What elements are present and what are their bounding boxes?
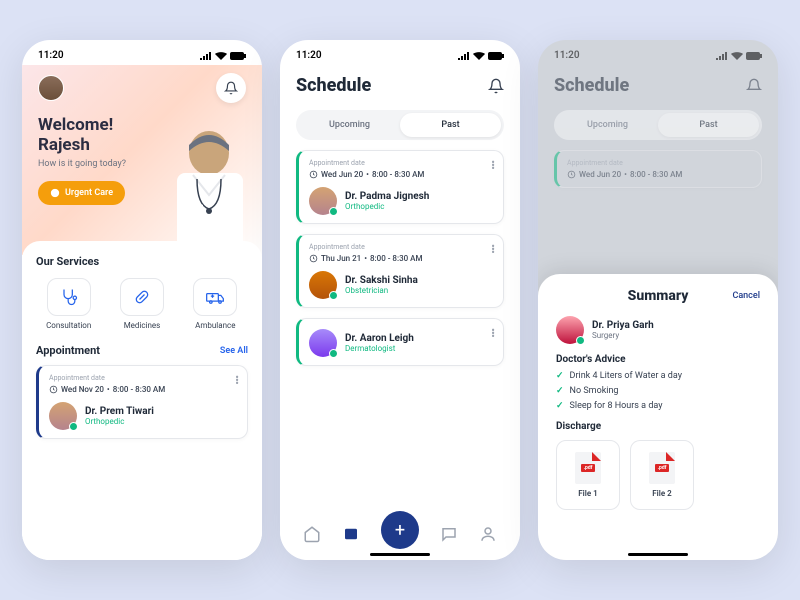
status-bar: 11:20 (280, 40, 520, 65)
services-title: Our Services (36, 255, 248, 268)
bell-icon[interactable] (488, 78, 504, 94)
doctor-avatar (309, 329, 337, 357)
wifi-icon (731, 52, 743, 60)
profile-icon (479, 525, 497, 543)
advice-title: Doctor's Advice (556, 354, 760, 365)
schedule-title: Schedule (296, 75, 371, 96)
chat-icon (440, 525, 458, 543)
schedule-tabs: Upcoming Past (296, 110, 504, 140)
content-card: Our Services Consultation Medicines Ambu… (22, 241, 262, 560)
doctor-avatar (49, 402, 77, 430)
service-consultation[interactable]: Consultation (36, 278, 101, 330)
hero-section: Welcome!Rajesh How is it going today? Ur… (22, 65, 262, 255)
signal-icon (200, 52, 212, 60)
status-bar: 11:20 (22, 40, 262, 65)
status-indicators (458, 52, 504, 60)
status-time: 11:20 (296, 50, 322, 61)
nav-home[interactable] (303, 525, 321, 543)
urgent-icon (50, 188, 60, 198)
service-ambulance[interactable]: Ambulance (183, 278, 248, 330)
battery-icon (488, 52, 504, 60)
discharge-title: Discharge (556, 421, 760, 432)
doctor-illustration (147, 115, 262, 255)
pdf-icon: .pdf (575, 452, 601, 484)
schedule-list: Appointment date Wed Jun 20•8:00 - 8:30 … (280, 150, 520, 366)
more-icon[interactable]: ••• (491, 329, 495, 338)
status-bar: 11:20 (538, 40, 778, 65)
appointment-card[interactable]: Appointment date Wed Nov 20•8:00 - 8:30 … (36, 365, 248, 439)
status-indicators (200, 52, 246, 60)
notes-icon (342, 525, 360, 543)
more-icon[interactable]: ••• (235, 376, 239, 385)
file-item[interactable]: .pdf File 2 (630, 440, 694, 510)
home-indicator (628, 553, 688, 556)
nav-notes[interactable] (342, 525, 360, 543)
check-icon: ✓ (556, 371, 564, 381)
notifications-button[interactable] (216, 73, 246, 103)
appointment-card[interactable]: Appointment date Thu Jun 21•8:00 - 8:30 … (296, 234, 504, 308)
battery-icon (230, 52, 246, 60)
nav-chat[interactable] (440, 525, 458, 543)
wifi-icon (215, 52, 227, 60)
ambulance-icon (205, 287, 225, 307)
wifi-icon (473, 52, 485, 60)
appointment-card[interactable]: Appointment date Wed Jun 20•8:00 - 8:30 … (296, 150, 504, 224)
more-icon[interactable]: ••• (491, 245, 495, 254)
services-row: Consultation Medicines Ambulance (36, 278, 248, 330)
nav-profile[interactable] (479, 525, 497, 543)
doctor-avatar (309, 271, 337, 299)
advice-item: ✓No Smoking (556, 386, 760, 396)
signal-icon (716, 52, 728, 60)
fab-add[interactable]: + (381, 511, 419, 549)
user-avatar[interactable] (38, 75, 64, 101)
appointment-title: Appointment (36, 344, 100, 357)
file-item[interactable]: .pdf File 1 (556, 440, 620, 510)
service-medicines[interactable]: Medicines (109, 278, 174, 330)
summary-sheet: Summary Cancel Dr. Priya GarhSurgery Doc… (538, 274, 778, 560)
home-screen: 11:20 Welcome!Rajesh How is it going tod… (22, 40, 262, 560)
pdf-icon: .pdf (649, 452, 675, 484)
clock-icon (49, 385, 58, 394)
advice-item: ✓Sleep for 8 Hours a day (556, 401, 760, 411)
doctor-avatar (556, 316, 584, 344)
status-time: 11:20 (38, 50, 64, 61)
clock-icon (309, 170, 318, 179)
home-icon (303, 525, 321, 543)
home-indicator (370, 553, 430, 556)
battery-icon (746, 52, 762, 60)
pill-icon (132, 287, 152, 307)
see-all-link[interactable]: See All (220, 346, 248, 356)
doctor-avatar (309, 187, 337, 215)
signal-icon (458, 52, 470, 60)
bell-icon (746, 78, 762, 94)
stethoscope-icon (59, 287, 79, 307)
tab-past[interactable]: Past (400, 113, 501, 137)
check-icon: ✓ (556, 386, 564, 396)
more-icon[interactable]: ••• (491, 161, 495, 170)
bell-icon (224, 81, 238, 95)
appointment-card[interactable]: ••• Dr. Aaron LeighDermatologist (296, 318, 504, 366)
schedule-screen: 11:20 Schedule Upcoming Past Appointment… (280, 40, 520, 560)
advice-item: ✓Drink 4 Liters of Water a day (556, 371, 760, 381)
cancel-button[interactable]: Cancel (732, 291, 760, 301)
summary-title: Summary (628, 288, 689, 304)
urgent-care-button[interactable]: Urgent Care (38, 181, 125, 205)
summary-screen: 11:20 Schedule UpcomingPast Appointment … (538, 40, 778, 560)
check-icon: ✓ (556, 401, 564, 411)
clock-icon (309, 254, 318, 263)
appointment-time: Wed Nov 20•8:00 - 8:30 AM (49, 385, 237, 394)
tab-upcoming[interactable]: Upcoming (299, 113, 400, 137)
status-time: 11:20 (554, 50, 580, 61)
